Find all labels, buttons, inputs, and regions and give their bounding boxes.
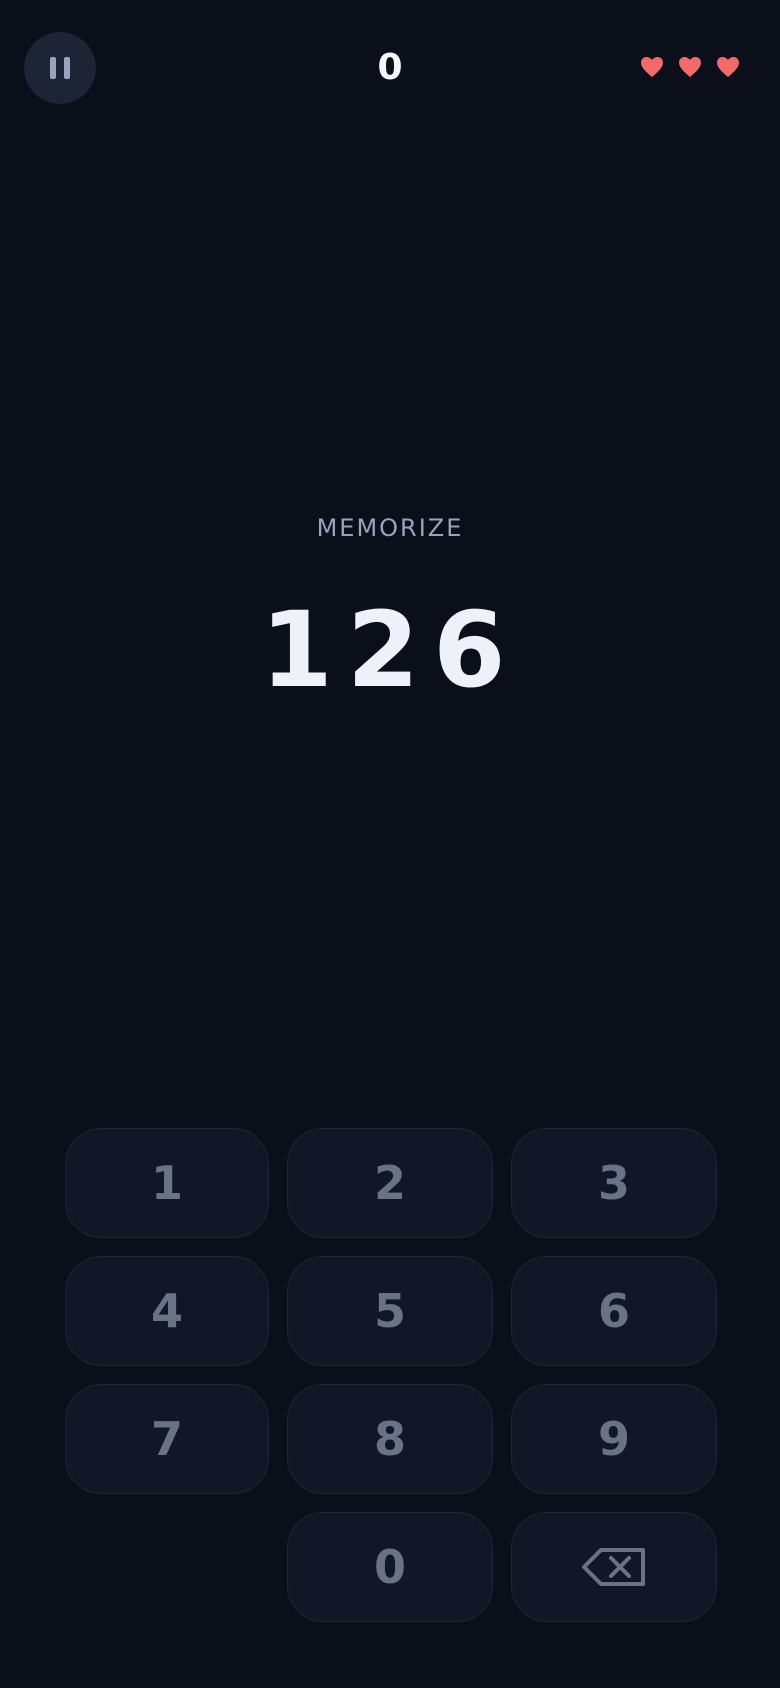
heart-icon xyxy=(641,57,663,77)
keypad-spacer xyxy=(65,1512,269,1622)
key-5[interactable]: 5 xyxy=(287,1256,493,1366)
key-7[interactable]: 7 xyxy=(65,1384,269,1494)
game-screen: 0 MEMORIZE 126 1 2 3 4 5 6 7 8 9 0 xyxy=(0,0,780,1688)
lives-indicator xyxy=(640,56,740,78)
key-0[interactable]: 0 xyxy=(287,1512,493,1622)
backspace-icon xyxy=(582,1548,645,1586)
key-9[interactable]: 9 xyxy=(511,1384,717,1494)
number-keypad: 1 2 3 4 5 6 7 8 9 0 xyxy=(65,1128,717,1622)
memorize-prompt: MEMORIZE xyxy=(316,514,464,542)
backspace-button[interactable] xyxy=(511,1512,717,1622)
key-2[interactable]: 2 xyxy=(287,1128,493,1238)
key-4[interactable]: 4 xyxy=(65,1256,269,1366)
key-6[interactable]: 6 xyxy=(511,1256,717,1366)
key-8[interactable]: 8 xyxy=(287,1384,493,1494)
heart-icon xyxy=(679,57,701,77)
heart-icon xyxy=(717,57,739,77)
key-1[interactable]: 1 xyxy=(65,1128,269,1238)
key-3[interactable]: 3 xyxy=(511,1128,717,1238)
number-sequence: 126 xyxy=(260,589,520,711)
